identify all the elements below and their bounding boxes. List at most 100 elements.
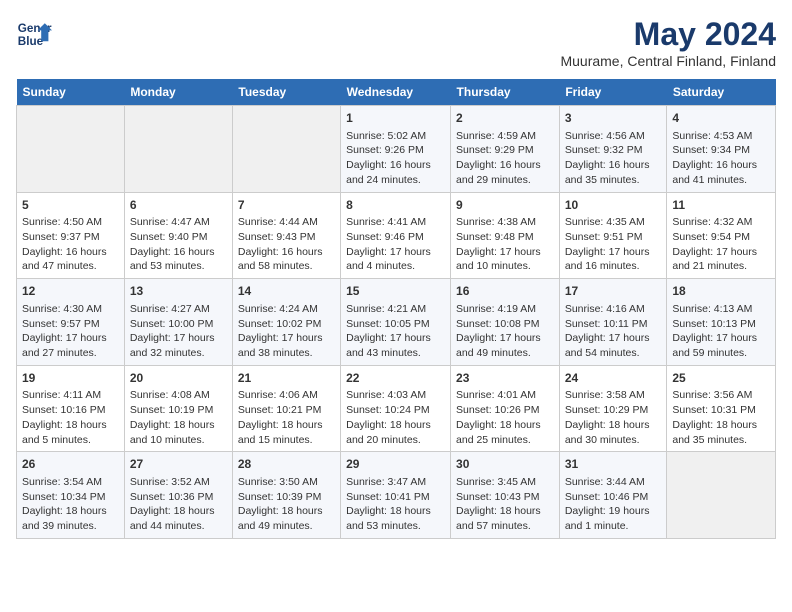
calendar-cell: 27Sunrise: 3:52 AMSunset: 10:36 PMDaylig…	[124, 452, 232, 539]
day-number: 26	[22, 456, 119, 473]
calendar-cell: 30Sunrise: 3:45 AMSunset: 10:43 PMDaylig…	[451, 452, 560, 539]
day-number: 27	[130, 456, 227, 473]
cell-info-line: Daylight: 17 hours and 4 minutes.	[346, 245, 445, 274]
cell-info-line: Sunrise: 4:32 AM	[672, 215, 770, 230]
cell-info-line: Daylight: 17 hours and 43 minutes.	[346, 331, 445, 360]
cell-info-line: Sunrise: 4:47 AM	[130, 215, 227, 230]
cell-info-line: Sunrise: 3:45 AM	[456, 475, 554, 490]
calendar-week-row: 1Sunrise: 5:02 AMSunset: 9:26 PMDaylight…	[17, 106, 776, 193]
weekday-header: Wednesday	[341, 79, 451, 106]
cell-info-line: Daylight: 17 hours and 16 minutes.	[565, 245, 662, 274]
calendar-cell: 28Sunrise: 3:50 AMSunset: 10:39 PMDaylig…	[232, 452, 340, 539]
cell-info-line: Sunset: 10:02 PM	[238, 317, 335, 332]
cell-info-line: Daylight: 16 hours and 47 minutes.	[22, 245, 119, 274]
day-number: 5	[22, 197, 119, 214]
calendar-body: 1Sunrise: 5:02 AMSunset: 9:26 PMDaylight…	[17, 106, 776, 539]
cell-info-line: Sunrise: 4:30 AM	[22, 302, 119, 317]
cell-info-line: Sunset: 10:34 PM	[22, 490, 119, 505]
cell-info-line: Sunset: 9:48 PM	[456, 230, 554, 245]
page-header: General Blue May 2024 Muurame, Central F…	[16, 16, 776, 69]
day-number: 29	[346, 456, 445, 473]
cell-info-line: Daylight: 19 hours and 1 minute.	[565, 504, 662, 533]
cell-info-line: Sunrise: 4:03 AM	[346, 388, 445, 403]
cell-info-line: Sunset: 9:46 PM	[346, 230, 445, 245]
cell-info-line: Daylight: 17 hours and 27 minutes.	[22, 331, 119, 360]
day-number: 19	[22, 370, 119, 387]
calendar-cell: 25Sunrise: 3:56 AMSunset: 10:31 PMDaylig…	[667, 365, 776, 452]
day-number: 9	[456, 197, 554, 214]
cell-info-line: Sunrise: 4:11 AM	[22, 388, 119, 403]
weekday-row: SundayMondayTuesdayWednesdayThursdayFrid…	[17, 79, 776, 106]
cell-info-line: Daylight: 17 hours and 21 minutes.	[672, 245, 770, 274]
weekday-header: Thursday	[451, 79, 560, 106]
cell-info-line: Sunrise: 4:44 AM	[238, 215, 335, 230]
cell-info-line: Daylight: 16 hours and 58 minutes.	[238, 245, 335, 274]
cell-info-line: Sunset: 9:57 PM	[22, 317, 119, 332]
cell-info-line: Sunrise: 4:38 AM	[456, 215, 554, 230]
cell-info-line: Sunrise: 5:02 AM	[346, 129, 445, 144]
day-number: 2	[456, 110, 554, 127]
cell-info-line: Daylight: 17 hours and 49 minutes.	[456, 331, 554, 360]
calendar-cell: 17Sunrise: 4:16 AMSunset: 10:11 PMDaylig…	[559, 279, 667, 366]
cell-info-line: Sunrise: 4:21 AM	[346, 302, 445, 317]
cell-info-line: Sunset: 9:43 PM	[238, 230, 335, 245]
cell-info-line: Sunrise: 4:24 AM	[238, 302, 335, 317]
cell-info-line: Sunset: 10:13 PM	[672, 317, 770, 332]
calendar-cell: 14Sunrise: 4:24 AMSunset: 10:02 PMDaylig…	[232, 279, 340, 366]
day-number: 6	[130, 197, 227, 214]
calendar-cell	[232, 106, 340, 193]
cell-info-line: Daylight: 16 hours and 29 minutes.	[456, 158, 554, 187]
day-number: 17	[565, 283, 662, 300]
cell-info-line: Daylight: 18 hours and 49 minutes.	[238, 504, 335, 533]
cell-info-line: Sunrise: 4:59 AM	[456, 129, 554, 144]
cell-info-line: Sunrise: 3:47 AM	[346, 475, 445, 490]
calendar-week-row: 5Sunrise: 4:50 AMSunset: 9:37 PMDaylight…	[17, 192, 776, 279]
day-number: 22	[346, 370, 445, 387]
calendar-cell: 18Sunrise: 4:13 AMSunset: 10:13 PMDaylig…	[667, 279, 776, 366]
cell-info-line: Sunset: 9:51 PM	[565, 230, 662, 245]
cell-info-line: Daylight: 17 hours and 10 minutes.	[456, 245, 554, 274]
calendar-cell	[667, 452, 776, 539]
cell-info-line: Sunset: 10:36 PM	[130, 490, 227, 505]
calendar-cell: 7Sunrise: 4:44 AMSunset: 9:43 PMDaylight…	[232, 192, 340, 279]
calendar-week-row: 19Sunrise: 4:11 AMSunset: 10:16 PMDaylig…	[17, 365, 776, 452]
calendar-cell: 31Sunrise: 3:44 AMSunset: 10:46 PMDaylig…	[559, 452, 667, 539]
cell-info-line: Sunset: 10:43 PM	[456, 490, 554, 505]
cell-info-line: Sunset: 9:37 PM	[22, 230, 119, 245]
cell-info-line: Daylight: 16 hours and 24 minutes.	[346, 158, 445, 187]
cell-info-line: Sunrise: 3:58 AM	[565, 388, 662, 403]
cell-info-line: Sunrise: 4:13 AM	[672, 302, 770, 317]
cell-info-line: Sunset: 9:54 PM	[672, 230, 770, 245]
cell-info-line: Sunset: 9:29 PM	[456, 143, 554, 158]
day-number: 12	[22, 283, 119, 300]
cell-info-line: Daylight: 16 hours and 35 minutes.	[565, 158, 662, 187]
cell-info-line: Sunset: 10:19 PM	[130, 403, 227, 418]
calendar-cell: 15Sunrise: 4:21 AMSunset: 10:05 PMDaylig…	[341, 279, 451, 366]
cell-info-line: Daylight: 18 hours and 20 minutes.	[346, 418, 445, 447]
cell-info-line: Daylight: 17 hours and 59 minutes.	[672, 331, 770, 360]
calendar-cell: 29Sunrise: 3:47 AMSunset: 10:41 PMDaylig…	[341, 452, 451, 539]
day-number: 10	[565, 197, 662, 214]
cell-info-line: Sunrise: 3:52 AM	[130, 475, 227, 490]
cell-info-line: Sunset: 10:11 PM	[565, 317, 662, 332]
day-number: 8	[346, 197, 445, 214]
cell-info-line: Sunset: 10:39 PM	[238, 490, 335, 505]
cell-info-line: Sunset: 10:00 PM	[130, 317, 227, 332]
cell-info-line: Daylight: 18 hours and 30 minutes.	[565, 418, 662, 447]
cell-info-line: Sunset: 10:46 PM	[565, 490, 662, 505]
cell-info-line: Sunset: 9:40 PM	[130, 230, 227, 245]
cell-info-line: Sunrise: 3:56 AM	[672, 388, 770, 403]
day-number: 11	[672, 197, 770, 214]
cell-info-line: Sunset: 10:41 PM	[346, 490, 445, 505]
calendar-cell: 10Sunrise: 4:35 AMSunset: 9:51 PMDayligh…	[559, 192, 667, 279]
cell-info-line: Sunrise: 4:19 AM	[456, 302, 554, 317]
cell-info-line: Sunrise: 4:35 AM	[565, 215, 662, 230]
cell-info-line: Daylight: 16 hours and 41 minutes.	[672, 158, 770, 187]
calendar-cell: 13Sunrise: 4:27 AMSunset: 10:00 PMDaylig…	[124, 279, 232, 366]
cell-info-line: Sunset: 10:24 PM	[346, 403, 445, 418]
calendar-cell: 24Sunrise: 3:58 AMSunset: 10:29 PMDaylig…	[559, 365, 667, 452]
day-number: 23	[456, 370, 554, 387]
calendar-cell: 2 Sunrise: 4:59 AMSunset: 9:29 PMDaylight…	[451, 106, 560, 193]
day-number: 20	[130, 370, 227, 387]
logo-icon: General Blue	[16, 16, 52, 52]
